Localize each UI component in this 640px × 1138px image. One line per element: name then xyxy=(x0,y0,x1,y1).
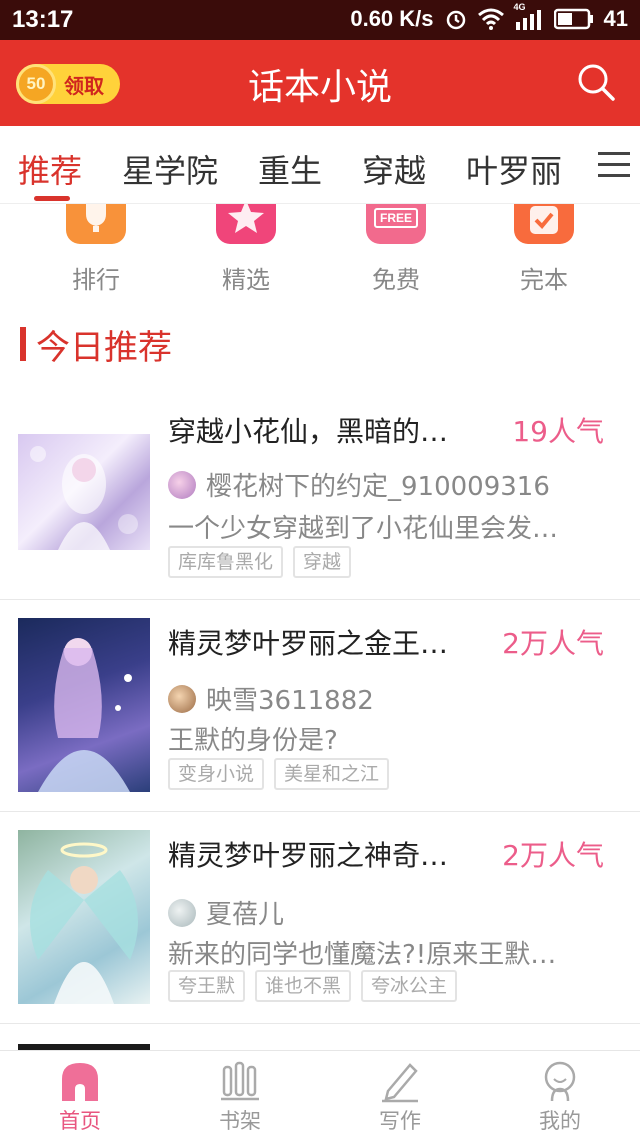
battery-icon xyxy=(553,8,594,30)
profile-icon xyxy=(540,1061,580,1103)
author-avatar xyxy=(168,470,196,499)
nav-home[interactable]: 首页 xyxy=(30,1061,130,1135)
book-tag[interactable]: 库库鲁黑化 xyxy=(168,546,284,578)
category-tabs: 推荐 星学院 重生 穿越 叶罗丽 xyxy=(0,126,640,204)
nav-bookshelf-label: 书架 xyxy=(219,1109,261,1133)
status-time: 13:17 xyxy=(12,6,74,33)
tab-ye-luo-li[interactable]: 叶罗丽 xyxy=(466,146,562,192)
nav-write-label: 写作 xyxy=(379,1109,421,1133)
book-cover xyxy=(18,434,150,550)
free-icon-text: FREE xyxy=(374,208,418,228)
nav-profile-label: 我的 xyxy=(539,1109,581,1133)
book-item[interactable]: 穿越小花仙，黑暗的… 19人气 樱花树下的约定_910009316 一个少女穿越… xyxy=(0,388,640,600)
section-title: 今日推荐 xyxy=(36,327,172,368)
author-avatar xyxy=(168,684,196,713)
book-tags: 库库鲁黑化 穿越 xyxy=(168,546,352,578)
book-item[interactable]: 精灵梦叶罗丽之神奇… 2万人气 夏蓓儿 新来的同学也懂魔法?!原来王默… 夸王默… xyxy=(0,812,640,1024)
signal-icon: 4G xyxy=(514,2,544,30)
menu-icon[interactable] xyxy=(598,152,630,180)
author-name: 樱花树下的约定_910009316 xyxy=(206,472,550,502)
wifi-icon xyxy=(477,8,504,30)
section-heading: 今日推荐 xyxy=(20,324,172,368)
trophy-icon xyxy=(66,204,126,244)
book-tags: 夸王默 谁也不黑 夸冰公主 xyxy=(168,970,458,1002)
book-tag[interactable]: 夸冰公主 xyxy=(361,970,458,1002)
nav-bookshelf[interactable]: 书架 xyxy=(190,1061,290,1135)
status-right: 0.60 K/s 4G 41 xyxy=(350,2,628,32)
featured-label: 精选 xyxy=(222,266,270,294)
category-shortcuts: 排行 精选 FREE 免费 完本 xyxy=(0,204,640,296)
app-title: 话本小说 xyxy=(247,67,392,108)
book-tag[interactable]: 变身小说 xyxy=(168,758,265,790)
net-speed: 0.60 K/s xyxy=(350,6,434,31)
battery-level: 41 xyxy=(603,6,628,31)
book-popularity: 19人气 xyxy=(512,415,604,448)
book-title: 精灵梦叶罗丽之金王… xyxy=(168,627,449,660)
free-label: 免费 xyxy=(372,266,420,294)
ranking-shortcut[interactable]: 排行 xyxy=(36,204,156,295)
alarm-icon xyxy=(444,7,468,31)
author-row: 夏蓓儿 xyxy=(168,894,284,931)
bookshelf-icon xyxy=(220,1061,260,1103)
section-marker xyxy=(20,327,26,361)
check-icon xyxy=(514,204,574,244)
tab-time-travel[interactable]: 穿越 xyxy=(362,146,426,192)
star-icon xyxy=(216,204,276,244)
author-avatar xyxy=(168,898,196,927)
book-item[interactable]: 精灵梦叶罗丽之金王… 2万人气 映雪3611882 王默的身份是? 变身小说 美… xyxy=(0,600,640,812)
book-description: 王默的身份是? xyxy=(168,726,338,756)
free-icon: FREE xyxy=(366,204,426,244)
book-cover xyxy=(18,618,150,792)
tab-star-academy[interactable]: 星学院 xyxy=(122,146,218,192)
book-tag[interactable]: 美星和之江 xyxy=(274,758,390,790)
network-type: 4G xyxy=(513,2,526,12)
nav-write[interactable]: 写作 xyxy=(350,1061,450,1135)
ranking-label: 排行 xyxy=(72,266,120,294)
book-tag[interactable]: 夸王默 xyxy=(168,970,246,1002)
home-icon xyxy=(60,1061,100,1103)
app-header: 50 领取 话本小说 xyxy=(0,40,640,126)
book-title: 精灵梦叶罗丽之神奇… xyxy=(168,839,449,872)
book-tag[interactable]: 谁也不黑 xyxy=(255,970,352,1002)
book-popularity: 2万人气 xyxy=(502,627,604,660)
book-description: 新来的同学也懂魔法?!原来王默… xyxy=(168,940,557,970)
search-icon xyxy=(578,64,615,101)
nav-home-label: 首页 xyxy=(59,1109,101,1133)
pen-icon xyxy=(380,1061,420,1103)
author-name: 映雪3611882 xyxy=(206,686,374,716)
book-tags: 变身小说 美星和之江 xyxy=(168,758,390,790)
book-cover xyxy=(18,830,150,1004)
tab-recommend[interactable]: 推荐 xyxy=(18,146,82,192)
completed-label: 完本 xyxy=(520,266,568,294)
author-row: 映雪3611882 xyxy=(168,680,374,717)
author-name: 夏蓓儿 xyxy=(206,900,285,930)
book-tag[interactable]: 穿越 xyxy=(293,546,352,578)
active-tab-indicator xyxy=(34,196,70,201)
status-bar: 13:17 0.60 K/s 4G 41 xyxy=(0,0,640,40)
bottom-nav: 首页 书架 写作 我的 xyxy=(0,1050,640,1138)
featured-shortcut[interactable]: 精选 xyxy=(186,204,306,295)
search-button[interactable] xyxy=(576,62,616,102)
free-shortcut[interactable]: FREE 免费 xyxy=(336,204,456,295)
completed-shortcut[interactable]: 完本 xyxy=(484,204,604,295)
book-popularity: 2万人气 xyxy=(502,839,604,872)
nav-profile[interactable]: 我的 xyxy=(510,1061,610,1135)
book-title: 穿越小花仙，黑暗的… xyxy=(168,415,449,448)
tab-rebirth[interactable]: 重生 xyxy=(258,146,322,192)
author-row: 樱花树下的约定_910009316 xyxy=(168,466,550,503)
book-description: 一个少女穿越到了小花仙里会发… xyxy=(168,514,559,544)
